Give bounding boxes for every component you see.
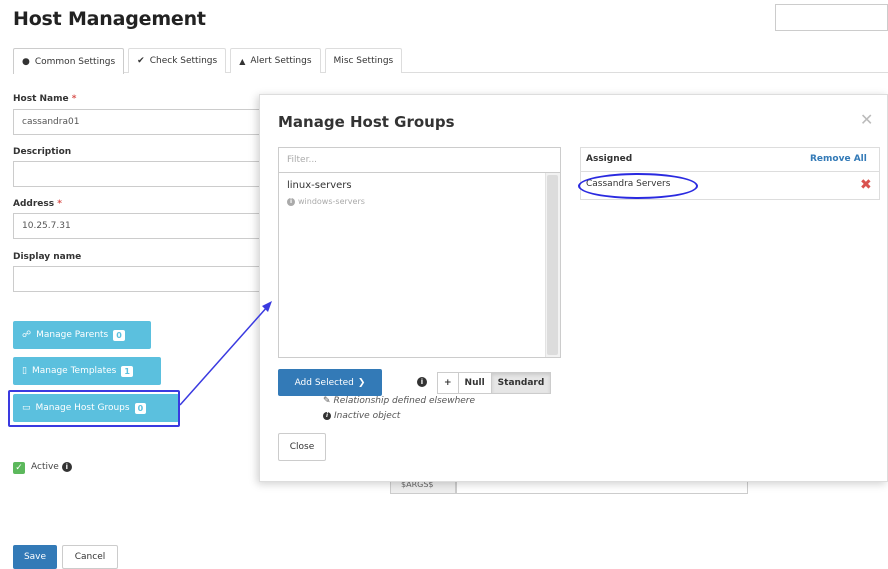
button-label: Manage Parents — [36, 330, 109, 340]
display-name-label: Display name — [13, 252, 82, 262]
address-input[interactable]: 10.25.7.31 — [13, 213, 260, 239]
description-input[interactable] — [13, 161, 260, 187]
address-label-text: Address — [13, 199, 55, 209]
pencil-icon: ✎ — [323, 396, 331, 406]
tab-check-settings[interactable]: ✔ Check Settings — [128, 48, 227, 73]
list-item-label: windows-servers — [298, 197, 365, 206]
info-icon[interactable]: i — [61, 462, 72, 472]
check-icon: ✔ — [137, 56, 145, 66]
legend-relationship: ✎ Relationship defined elsewhere — [323, 396, 475, 406]
filter-input[interactable]: Filter... — [278, 147, 561, 173]
info-icon[interactable]: i — [417, 377, 427, 387]
relationship-type-toggle: + Null Standard — [437, 372, 552, 394]
button-label: Manage Templates — [31, 366, 117, 376]
inactive-icon: i — [287, 197, 295, 206]
null-toggle[interactable]: Null — [457, 372, 492, 394]
display-name-input[interactable] — [13, 266, 260, 292]
legend-text: Inactive object — [334, 411, 401, 421]
button-label: Add Selected — [294, 377, 354, 388]
legend-text: Relationship defined elsewhere — [333, 396, 476, 406]
host-name-label: Host Name * — [13, 94, 76, 104]
highlight-annotation-ellipse — [578, 173, 698, 199]
remove-icon[interactable]: ✖ — [860, 177, 872, 193]
sitemap-icon: ☍ — [22, 330, 32, 340]
count-badge: 1 — [121, 365, 133, 377]
chevron-right-icon: ❯ — [357, 377, 366, 388]
circle-icon: ● — [22, 56, 30, 67]
tab-common-settings[interactable]: ● Common Settings — [13, 48, 125, 74]
tab-label: Check Settings — [149, 56, 218, 66]
arrow-line — [179, 305, 269, 406]
required-mark: * — [71, 94, 77, 104]
remove-all-link[interactable]: Remove All — [810, 154, 867, 164]
bell-icon: ▲ — [239, 56, 246, 66]
count-badge: 0 — [113, 329, 125, 341]
active-label: Active i — [31, 462, 72, 472]
required-mark: * — [57, 199, 62, 209]
settings-tabs: ● Common Settings ✔ Check Settings ▲ Ale… — [13, 48, 406, 74]
description-label: Description — [13, 147, 72, 157]
tab-label: Common Settings — [34, 56, 116, 67]
close-icon[interactable]: ✕ — [860, 110, 873, 129]
list-item-linux-servers[interactable]: linux-servers — [287, 180, 352, 191]
cancel-button[interactable]: Cancel — [62, 545, 118, 569]
info-icon: i — [323, 412, 331, 420]
assigned-header: Assigned — [586, 154, 633, 164]
tab-label: Misc Settings — [333, 56, 394, 66]
save-button[interactable]: Save — [13, 545, 57, 569]
active-label-text: Active — [31, 462, 59, 472]
host-name-label-text: Host Name — [13, 94, 69, 104]
close-button[interactable]: Close — [278, 433, 326, 461]
address-label: Address * — [13, 199, 62, 209]
tab-alert-settings[interactable]: ▲ Alert Settings — [230, 48, 321, 73]
manage-parents-button[interactable]: ☍ Manage Parents 0 — [13, 321, 151, 349]
legend-inactive: i Inactive object — [323, 411, 400, 421]
list-item-windows-servers[interactable]: i windows-servers — [287, 197, 365, 206]
scroll-thumb[interactable] — [547, 175, 558, 355]
highlight-annotation-box — [8, 390, 180, 427]
host-name-input[interactable]: cassandra01 — [13, 109, 260, 135]
page-title: Host Management — [13, 8, 206, 30]
top-search-input[interactable] — [775, 4, 888, 31]
active-checkbox[interactable]: ✓ — [13, 462, 25, 474]
tab-label: Alert Settings — [250, 56, 312, 66]
tab-misc-settings[interactable]: Misc Settings — [324, 48, 403, 73]
manage-templates-button[interactable]: ▯ Manage Templates 1 — [13, 357, 161, 385]
standard-toggle[interactable]: Standard — [490, 372, 552, 394]
add-selected-button[interactable]: Add Selected ❯ — [278, 369, 382, 396]
file-icon: ▯ — [22, 366, 27, 376]
modal-title: Manage Host Groups — [278, 113, 455, 131]
plus-toggle[interactable]: + — [437, 372, 459, 394]
